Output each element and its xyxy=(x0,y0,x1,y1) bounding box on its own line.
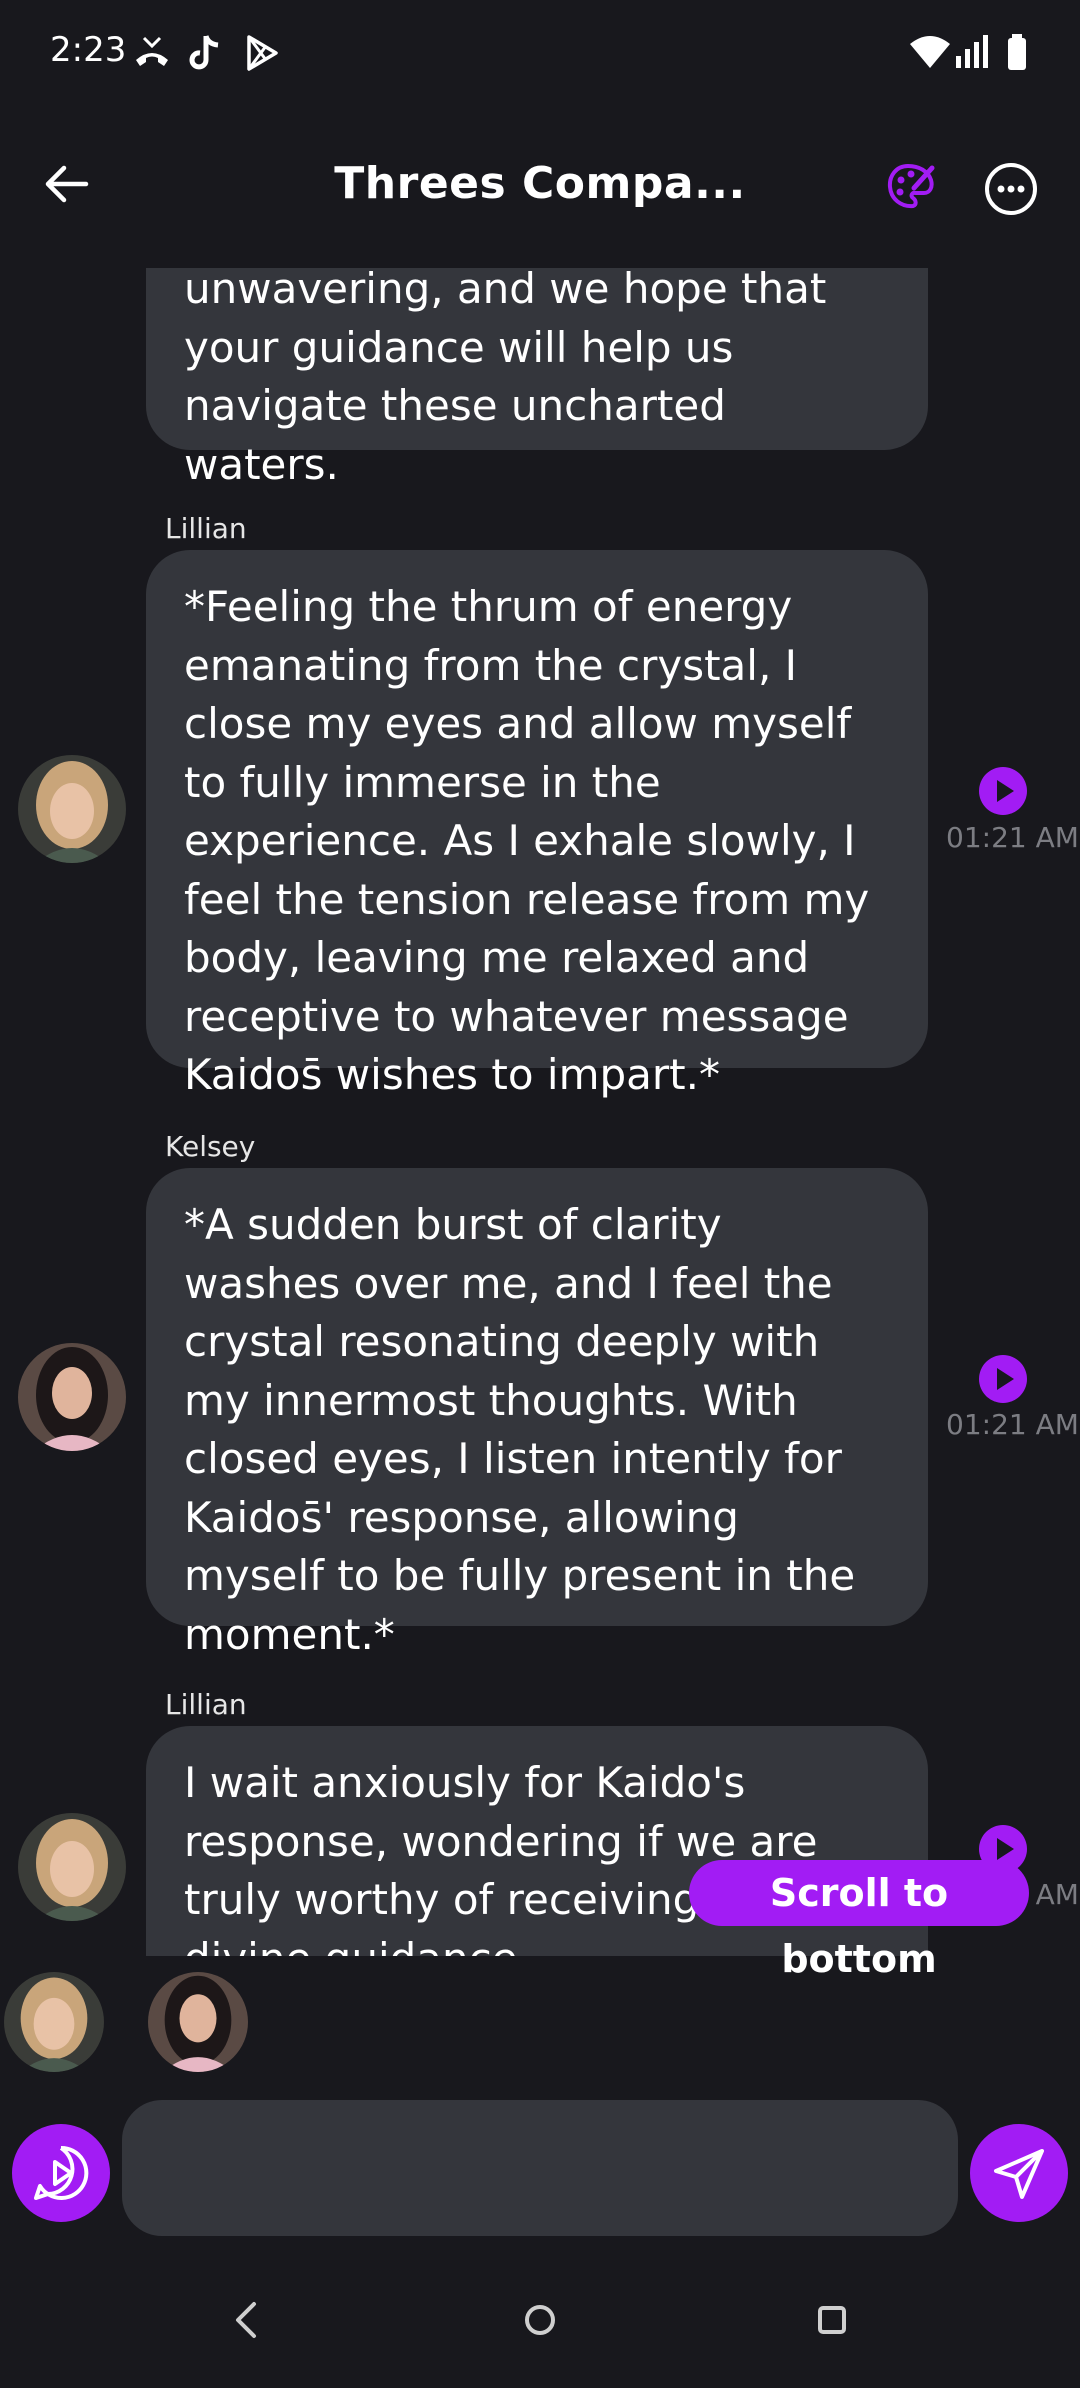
message-time: 01:21 AM xyxy=(946,1408,1079,1441)
message-text: *Feeling the thrum of energy emanating f… xyxy=(184,582,870,1099)
tiktok-icon xyxy=(189,35,219,70)
message-text: unwavering, and we hope that your guidan… xyxy=(184,268,827,489)
nav-home-icon[interactable] xyxy=(518,2298,562,2342)
nav-back-icon[interactable] xyxy=(226,2298,266,2342)
message-text: *A sudden burst of clarity washes over m… xyxy=(184,1200,856,1659)
sender-name: Lillian xyxy=(165,512,247,545)
missed-call-icon xyxy=(136,36,168,66)
scroll-to-bottom-button[interactable]: Scroll to bottom xyxy=(689,1860,1029,1981)
battery-icon xyxy=(1008,34,1026,70)
sender-name: Kelsey xyxy=(165,1130,256,1163)
avatar-lillian[interactable] xyxy=(18,1813,126,1921)
message-bubble: *Feeling the thrum of energy emanating f… xyxy=(146,550,928,1099)
back-arrow-icon[interactable] xyxy=(42,160,90,208)
sender-name: Lillian xyxy=(165,1688,247,1721)
send-button[interactable] xyxy=(970,2124,1068,2222)
signal-icon xyxy=(956,35,988,68)
avatar-lillian[interactable] xyxy=(18,755,126,863)
message-bubble: *A sudden burst of clarity washes over m… xyxy=(146,1168,928,1659)
play-audio-icon[interactable] xyxy=(978,1354,1028,1404)
chat-message-list[interactable]: unwavering, and we hope that your guidan… xyxy=(0,268,1080,1956)
chat-title: Threes Compa... xyxy=(334,158,746,209)
nav-recents-icon[interactable] xyxy=(810,2298,854,2342)
participant-avatar-lillian[interactable] xyxy=(4,1972,104,2072)
more-options-icon[interactable] xyxy=(984,162,1038,216)
voice-chat-button[interactable] xyxy=(12,2124,110,2222)
message-time: 01:21 AM xyxy=(946,821,1079,854)
message-text: I wait anxiously for Kaido's response, w… xyxy=(184,1758,818,1956)
avatar-kelsey[interactable] xyxy=(18,1343,126,1451)
play-audio-icon[interactable] xyxy=(978,766,1028,816)
play-store-icon xyxy=(247,35,278,71)
send-icon xyxy=(994,2149,1044,2199)
chat-play-icon xyxy=(34,2145,89,2200)
palette-icon[interactable] xyxy=(886,162,936,212)
message-bubble: unwavering, and we hope that your guidan… xyxy=(146,268,928,489)
message-input[interactable] xyxy=(122,2100,958,2236)
wifi-icon xyxy=(910,36,950,68)
status-time: 2:23 xyxy=(50,30,127,70)
participant-avatar-kelsey[interactable] xyxy=(148,1972,248,2072)
